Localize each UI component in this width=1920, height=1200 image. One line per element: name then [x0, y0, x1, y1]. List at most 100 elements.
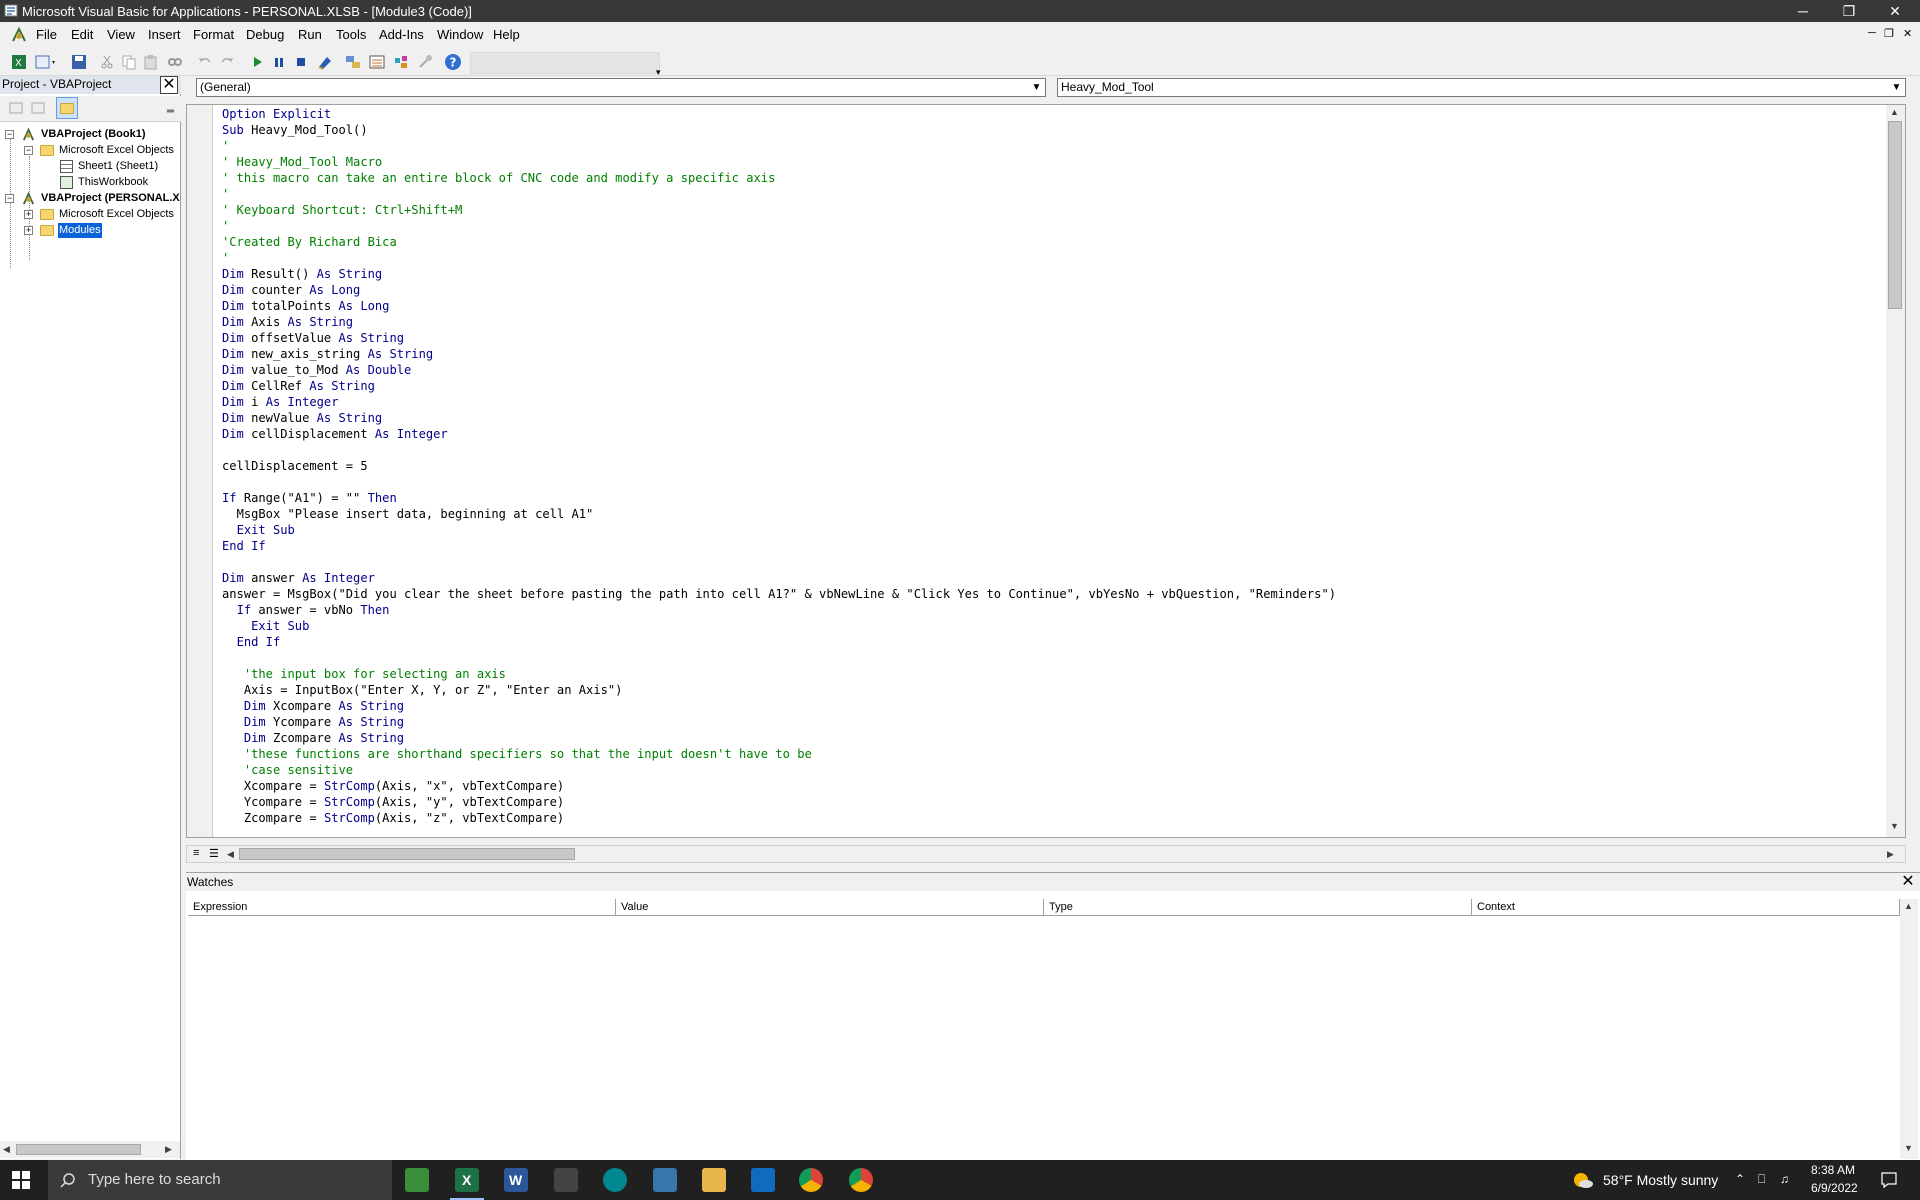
code-line[interactable]: ' Keyboard Shortcut: Ctrl+Shift+M: [222, 202, 1336, 218]
code-line[interactable]: [222, 442, 1336, 458]
menu-debug[interactable]: Debug: [246, 27, 284, 42]
copy-icon[interactable]: [120, 53, 138, 71]
code-line[interactable]: Dim cellDisplacement As Integer: [222, 426, 1336, 442]
watches-close-button[interactable]: ✕: [1900, 874, 1916, 891]
reset-icon[interactable]: [292, 53, 310, 71]
show-hidden-icons-icon[interactable]: ⌃: [1735, 1172, 1745, 1186]
code-margin-indicator-bar[interactable]: [187, 105, 213, 837]
project-explorer-hscroll[interactable]: ◀ ▶: [0, 1141, 180, 1158]
chevron-down-icon[interactable]: ▼: [1889, 80, 1904, 95]
procedure-view-icon[interactable]: ≡: [193, 847, 199, 859]
view-code-icon[interactable]: [8, 100, 24, 116]
code-line[interactable]: Dim value_to_Mod As Double: [222, 362, 1336, 378]
arduino-icon[interactable]: [603, 1168, 627, 1192]
chevron-down-icon[interactable]: ▼: [1029, 80, 1044, 95]
code-line[interactable]: Dim offsetValue As String: [222, 330, 1336, 346]
mdi-close-button[interactable]: ✕: [1903, 27, 1912, 40]
menu-file[interactable]: File: [36, 27, 57, 42]
menu-add-ins[interactable]: Add-Ins: [379, 27, 424, 42]
watches-vscroll[interactable]: ▲ ▼: [1900, 899, 1918, 1159]
code-line[interactable]: Dim totalPoints As Long: [222, 298, 1336, 314]
code-line[interactable]: ': [222, 138, 1336, 154]
taskbar-search-box[interactable]: Type here to search: [48, 1160, 392, 1200]
excel-icon[interactable]: X: [450, 1168, 484, 1200]
clock-date[interactable]: 6/9/2022: [1811, 1181, 1858, 1195]
code-line[interactable]: Dim CellRef As String: [222, 378, 1336, 394]
mdi-restore-button[interactable]: ❐: [1884, 27, 1894, 40]
toolbox-icon[interactable]: [416, 53, 434, 71]
column-header-value[interactable]: Value: [616, 899, 1044, 916]
minimize-button[interactable]: ─: [1780, 0, 1826, 22]
paste-icon[interactable]: [142, 53, 160, 71]
code-vscroll[interactable]: ▲ ▼: [1886, 105, 1905, 837]
menu-window[interactable]: Window: [437, 27, 483, 42]
code-line[interactable]: Exit Sub: [222, 618, 1336, 634]
object-browser-icon[interactable]: [392, 53, 410, 71]
object-combo[interactable]: (General) ▼: [196, 78, 1046, 97]
code-line[interactable]: ' this macro can take an entire block of…: [222, 170, 1336, 186]
column-header-type[interactable]: Type: [1044, 899, 1472, 916]
column-header-expression[interactable]: Expression: [188, 899, 616, 916]
menu-help[interactable]: Help: [493, 27, 520, 42]
code-line[interactable]: ': [222, 250, 1336, 266]
code-line[interactable]: Dim newValue As String: [222, 410, 1336, 426]
run-icon[interactable]: [248, 53, 266, 71]
code-line[interactable]: End If: [222, 634, 1336, 650]
code-line[interactable]: Dim Result() As String: [222, 266, 1336, 282]
code-line[interactable]: Dim new_axis_string As String: [222, 346, 1336, 362]
code-line[interactable]: Exit Sub: [222, 522, 1336, 538]
weather-sunny-icon[interactable]: [1572, 1170, 1594, 1190]
code-line[interactable]: MsgBox "Please insert data, beginning at…: [222, 506, 1336, 522]
code-hscroll-thumb[interactable]: [239, 848, 575, 860]
code-line[interactable]: 'case sensitive: [222, 762, 1336, 778]
code-editor[interactable]: Option Explicit Sub Heavy_Mod_Tool() ' ' He…: [186, 104, 1906, 838]
code-line[interactable]: 'Created By Richard Bica: [222, 234, 1336, 250]
menu-run[interactable]: Run: [298, 27, 322, 42]
code-line[interactable]: Option Explicit: [222, 106, 1336, 122]
clock-time[interactable]: 8:38 AM: [1811, 1163, 1855, 1177]
weather-text[interactable]: 58°F Mostly sunny: [1603, 1172, 1718, 1188]
code-line[interactable]: Dim i As Integer: [222, 394, 1336, 410]
toolbar-options-icon[interactable]: ▾: [656, 68, 664, 77]
code-line[interactable]: Dim Ycompare As String: [222, 714, 1336, 730]
code-line[interactable]: 'these functions are shorthand specifier…: [222, 746, 1336, 762]
notifications-icon[interactable]: [1880, 1171, 1898, 1189]
view-excel-icon[interactable]: X: [10, 53, 28, 71]
view-object-icon[interactable]: [30, 100, 46, 116]
menu-edit[interactable]: Edit: [71, 27, 93, 42]
calculator-icon[interactable]: [554, 1168, 578, 1192]
design-mode-icon[interactable]: [316, 53, 334, 71]
windows-start-icon[interactable]: [12, 1171, 30, 1189]
code-line[interactable]: answer = MsgBox("Did you clear the sheet…: [222, 586, 1336, 602]
word-icon[interactable]: W: [504, 1168, 528, 1192]
save-icon[interactable]: [70, 53, 88, 71]
menu-tools[interactable]: Tools: [336, 27, 366, 42]
code-line[interactable]: [222, 554, 1336, 570]
pane-resize-icon[interactable]: ═: [167, 106, 174, 117]
outlook-icon[interactable]: [751, 1168, 775, 1192]
code-line[interactable]: Dim Zcompare As String: [222, 730, 1336, 746]
code-line[interactable]: [222, 650, 1336, 666]
full-module-view-icon[interactable]: ☰: [209, 847, 219, 860]
code-line[interactable]: Dim Axis As String: [222, 314, 1336, 330]
restore-button[interactable]: ❐: [1826, 0, 1872, 22]
properties-window-icon[interactable]: [368, 53, 386, 71]
menu-view[interactable]: View: [107, 27, 135, 42]
code-line[interactable]: ' Heavy_Mod_Tool Macro: [222, 154, 1336, 170]
insert-module-icon[interactable]: [34, 53, 58, 71]
code-line[interactable]: End If: [222, 538, 1336, 554]
procedure-combo[interactable]: Heavy_Mod_Tool ▼: [1057, 78, 1906, 97]
code-line[interactable]: 'the input box for selecting an axis: [222, 666, 1336, 682]
code-line[interactable]: ': [222, 186, 1336, 202]
menu-insert[interactable]: Insert: [148, 27, 181, 42]
network-icon[interactable]: ⎕: [1758, 1172, 1765, 1187]
help-icon[interactable]: ?: [444, 53, 462, 71]
mdi-minimize-button[interactable]: ─: [1868, 27, 1876, 39]
menu-format[interactable]: Format: [193, 27, 234, 42]
redo-icon[interactable]: [218, 53, 236, 71]
python-icon[interactable]: [653, 1168, 677, 1192]
chrome-icon[interactable]: [799, 1168, 823, 1192]
cut-icon[interactable]: [98, 53, 116, 71]
close-window-button[interactable]: ✕: [1872, 0, 1918, 22]
code-line[interactable]: Dim Xcompare As String: [222, 698, 1336, 714]
